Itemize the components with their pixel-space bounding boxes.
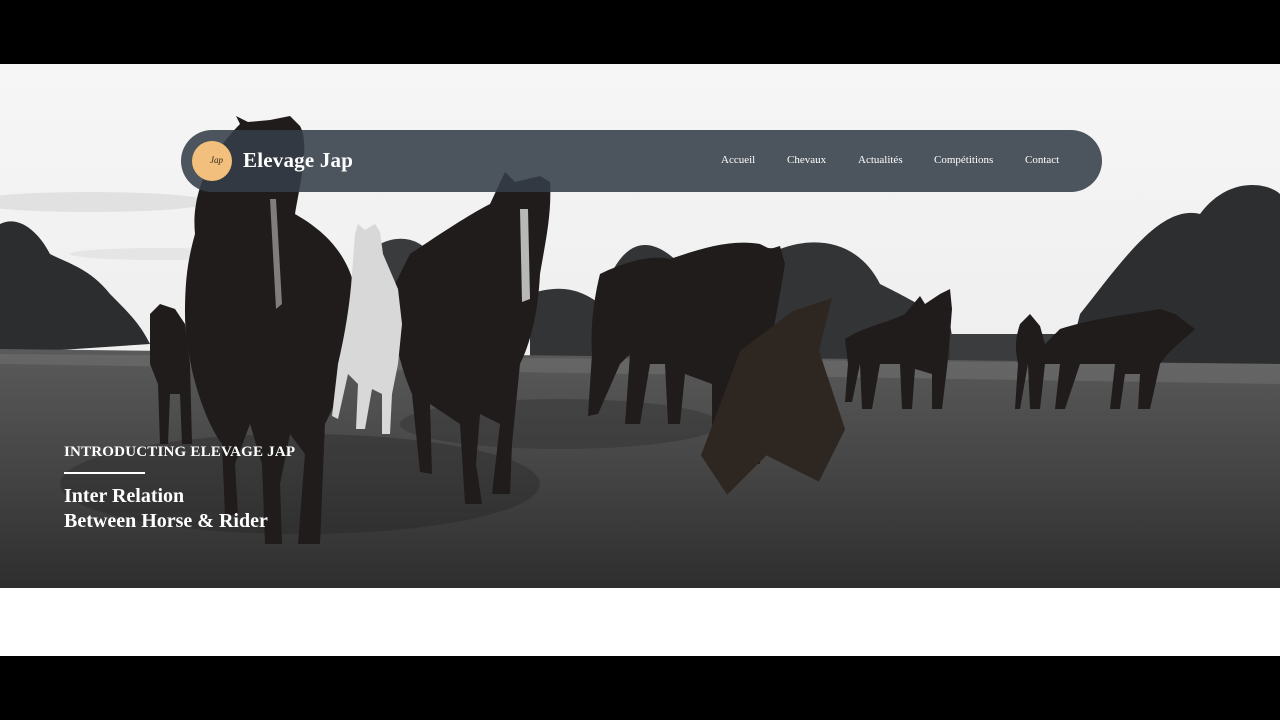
hero-section: Jap Elevage Jap Accueil Chevaux Actualit… <box>0 64 1280 588</box>
brand-logo-text: Jap <box>210 155 223 165</box>
letterbox-bottom <box>0 656 1280 720</box>
brand-logo[interactable]: Jap <box>192 141 846 495</box>
page: Jap Elevage Jap Accueil Chevaux Actualit… <box>0 64 1280 656</box>
hero-divider <box>64 472 145 474</box>
nav-bar: Jap Elevage Jap Accueil Chevaux Actualit… <box>181 130 1102 495</box>
horse-head-icon <box>701 298 846 495</box>
nav-item-competitions[interactable]: Compétitions <box>934 154 993 166</box>
letterbox-top <box>0 0 1280 64</box>
brand-name[interactable]: Elevage Jap <box>243 148 353 173</box>
hero-title-line1: Inter Relation <box>64 485 185 507</box>
hero-title: Inter Relation Between Horse & Rider <box>64 484 268 534</box>
hero-title-line2: Between Horse & Rider <box>64 510 268 532</box>
hero-kicker: INTRODUCTING ELEVAGE JAP <box>64 444 296 460</box>
nav-item-contact[interactable]: Contact <box>1025 154 1059 166</box>
nav-item-actualites[interactable]: Actualités <box>858 154 903 166</box>
nav-item-chevaux[interactable]: Chevaux <box>787 154 826 166</box>
nav-item-accueil[interactable]: Accueil <box>721 154 755 166</box>
